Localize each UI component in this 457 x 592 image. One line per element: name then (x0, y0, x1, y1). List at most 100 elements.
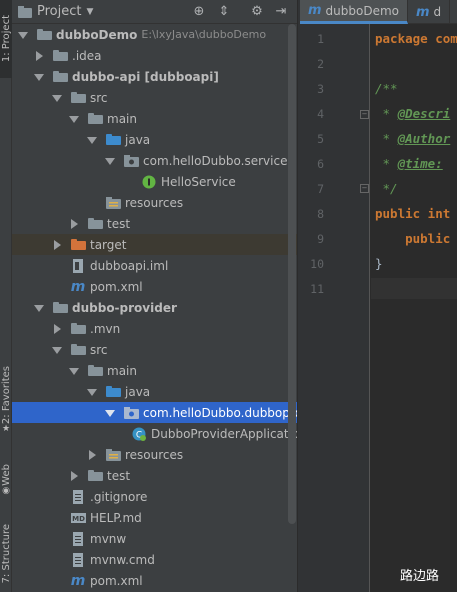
tree-node-label: DubboProviderApplication (151, 426, 297, 441)
tree-node-dubboapi-iml[interactable]: dubboapi.iml (12, 255, 297, 276)
hide-panel-icon[interactable]: ⇥ (272, 3, 290, 21)
code-line-4[interactable]: * @Descri (375, 106, 451, 121)
tree-node-helloservice[interactable]: HelloService (12, 171, 297, 192)
tree-node-label: main (107, 363, 137, 378)
expanded-arrow-icon[interactable] (69, 367, 79, 375)
tree-node-main[interactable]: main (12, 108, 297, 129)
code-line-8[interactable]: public int (375, 206, 450, 221)
tree-node-dubboproviderapplication[interactable]: C DubboProviderApplication (12, 423, 297, 444)
globe-icon: ◉ (2, 485, 10, 496)
editor-tab-second[interactable]: m d (408, 0, 451, 24)
code-line-1[interactable]: package com (375, 31, 457, 46)
locate-target-icon[interactable]: ⊕ (190, 3, 208, 21)
expanded-arrow-icon[interactable] (105, 157, 115, 165)
expanded-arrow-icon[interactable] (87, 136, 97, 144)
tree-node-pom-api[interactable]: m pom.xml (12, 276, 297, 297)
expanded-arrow-icon[interactable] (34, 304, 44, 312)
project-tool-tab-label: 1: Project (0, 15, 12, 63)
tree-node-mvn[interactable]: .mvn (12, 318, 297, 339)
tree-node-main-provider[interactable]: main (12, 360, 297, 381)
tree-node-src[interactable]: src (12, 87, 297, 108)
tree-node-resources[interactable]: resources (12, 192, 297, 213)
tree-node-mvnw-cmd[interactable]: mvnw.cmd (12, 549, 297, 570)
tree-node-pom-provider[interactable]: m pom.xml (12, 570, 297, 591)
text-file-icon (70, 531, 86, 546)
web-tool-tab[interactable]: Web ◉ (0, 455, 12, 505)
expanded-arrow-icon[interactable] (34, 73, 44, 81)
collapse-all-icon[interactable]: ⇕ (215, 3, 233, 21)
expanded-arrow-icon[interactable] (105, 409, 115, 417)
editor-tab-label: d (433, 5, 442, 19)
doc-comment: */ (375, 181, 398, 196)
tree-node-src-provider[interactable]: src (12, 339, 297, 360)
gear-icon[interactable]: ⚙ (248, 3, 266, 21)
line-number: 11 (310, 282, 324, 296)
project-scrollbar[interactable] (288, 24, 296, 524)
collapsed-arrow-icon[interactable] (36, 50, 43, 61)
folder-icon (70, 343, 86, 357)
code-line-6[interactable]: * @time: (375, 156, 443, 171)
doc-tag: @time: (397, 156, 443, 171)
resources-folder-icon (105, 448, 121, 462)
collapsed-arrow-icon[interactable] (54, 239, 61, 250)
line-number: 9 (317, 232, 324, 246)
expanded-arrow-icon[interactable] (87, 388, 97, 396)
expanded-arrow-icon[interactable] (18, 31, 28, 39)
tree-node-dubbo-provider[interactable]: dubbo-provider (12, 297, 297, 318)
doc-tag: @Author (397, 131, 451, 146)
editor-tab-dubbodemo[interactable]: m dubboDemo (300, 0, 408, 24)
tree-node-label: resources (125, 447, 184, 462)
tree-node-gitignore[interactable]: .gitignore (12, 486, 297, 507)
tree-node-resources-provider[interactable]: resources (12, 444, 297, 465)
keyword: package (375, 31, 428, 46)
project-tree: dubboDemo E:\lxyJava\dubboDemo .idea dub… (12, 24, 297, 592)
tree-node-help-md[interactable]: MD HELP.md (12, 507, 297, 528)
fold-marker-icon[interactable]: − (360, 110, 369, 119)
module-folder-icon (52, 70, 68, 84)
doc-comment: /** (375, 81, 398, 96)
project-view-selector[interactable]: Project ▼ (18, 4, 93, 19)
tree-node-label: .mvn (90, 321, 121, 336)
tree-node-idea[interactable]: .idea (12, 45, 297, 66)
maven-file-icon: m (70, 572, 86, 589)
expanded-arrow-icon[interactable] (69, 115, 79, 123)
tree-node-target[interactable]: target (12, 234, 297, 255)
tree-node-label: pom.xml (90, 573, 143, 588)
collapsed-arrow-icon[interactable] (89, 449, 96, 460)
line-number-gutter: 1 2 3 4 5 6 7 8 9 10 11 − − (300, 24, 370, 592)
tree-node-package-dubboprovider[interactable]: com.helloDubbo.dubboprovider (12, 402, 297, 423)
favorites-tool-tab[interactable]: 2: Favorites ★ (0, 360, 12, 440)
collapsed-arrow-icon[interactable] (54, 323, 61, 334)
expanded-arrow-icon[interactable] (52, 346, 62, 354)
tree-node-dubbodemo[interactable]: dubboDemo E:\lxyJava\dubboDemo (12, 24, 297, 45)
code-line-9[interactable]: public (375, 231, 450, 246)
code-line-10[interactable]: } (375, 256, 383, 271)
expanded-arrow-icon[interactable] (52, 94, 62, 102)
collapsed-arrow-icon[interactable] (71, 218, 78, 229)
project-tool-tab[interactable]: 1: Project (0, 0, 12, 78)
tree-node-mvnw[interactable]: mvnw (12, 528, 297, 549)
text-file-icon (70, 552, 86, 567)
tree-node-label: HelloService (161, 174, 236, 189)
line-number: 6 (317, 157, 324, 171)
fold-marker-icon[interactable]: − (360, 184, 369, 193)
editor-tab-label: dubboDemo (325, 3, 399, 18)
module-folder-icon (52, 301, 68, 315)
code-line-5[interactable]: * @Author (375, 131, 451, 146)
tree-node-dubbo-api[interactable]: dubbo-api [dubboapi] (12, 66, 297, 87)
tree-node-test[interactable]: test (12, 213, 297, 234)
tree-node-java-provider[interactable]: java (12, 381, 297, 402)
tree-node-java[interactable]: java (12, 129, 297, 150)
code-line-7[interactable]: */ (375, 181, 398, 196)
folder-icon (52, 49, 68, 63)
folder-icon (87, 364, 103, 378)
line-number: 2 (317, 57, 324, 71)
tree-node-path: E:\lxyJava\dubboDemo (141, 28, 267, 41)
collapsed-arrow-icon[interactable] (71, 470, 78, 481)
structure-tool-tab[interactable]: 7: Structure (0, 515, 12, 592)
code-line-3[interactable]: /** (375, 81, 398, 96)
tree-node-test-provider[interactable]: test (12, 465, 297, 486)
tree-node-package-service[interactable]: com.helloDubbo.service (12, 150, 297, 171)
